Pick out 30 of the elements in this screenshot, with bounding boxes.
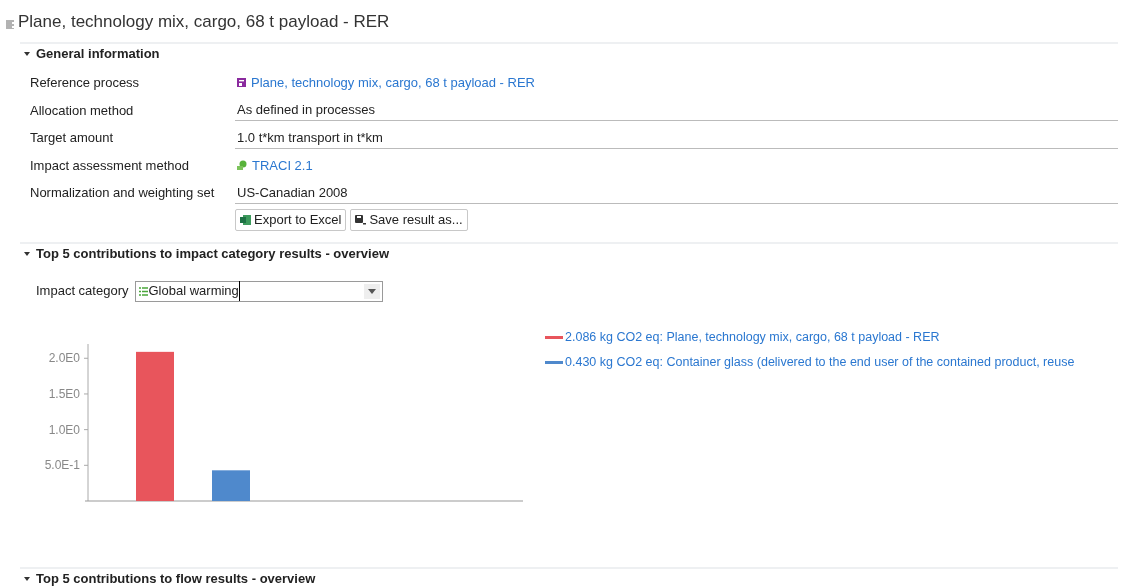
field-label: Allocation method xyxy=(30,101,135,120)
page-title: Plane, technology mix, cargo, 68 t payload - RER xyxy=(18,11,390,34)
collapse-caret-icon xyxy=(24,251,30,256)
process-icon xyxy=(237,78,246,88)
field-label: Reference process xyxy=(30,74,141,92)
section-header[interactable]: Top 5 contributions to flow results - overview xyxy=(20,566,1118,586)
section-header[interactable]: General information xyxy=(20,42,1118,64)
list-icon xyxy=(138,286,148,296)
axis-tick-label: 5.0E-1 xyxy=(44,457,80,472)
axis-tick-label: 1.0E0 xyxy=(48,422,80,437)
toolbar-button[interactable]: Export to Excel xyxy=(235,208,347,231)
link[interactable]: Plane, technology mix, cargo, 68 t payload - RER xyxy=(251,73,535,93)
collapse-caret-icon xyxy=(24,576,30,581)
field-label: Target amount xyxy=(30,129,115,147)
editor-icon xyxy=(6,20,14,29)
impact-category-dropdown[interactable]: Global warming xyxy=(134,280,383,302)
spreadsheet-icon xyxy=(240,214,251,225)
save-icon xyxy=(355,214,367,225)
field-label: Impact category xyxy=(36,282,129,301)
section-header[interactable]: Top 5 contributions to impact category results - overview xyxy=(20,241,1118,264)
dropdown-caret-icon xyxy=(367,288,376,294)
link[interactable]: TRACI 2.1 xyxy=(252,155,313,175)
field-label: Impact assessment method xyxy=(30,156,190,175)
axis-tick-label: 1.5E0 xyxy=(48,386,80,401)
legend-label[interactable]: 2.086 kg CO2 eq: Plane, technology mix, cargo, 68 t payload - RER xyxy=(565,327,940,347)
collapse-caret-icon xyxy=(24,52,30,56)
toolbar-button[interactable]: Save result as... xyxy=(350,208,468,231)
field-label: Normalization and weighting set xyxy=(30,184,216,202)
axis-tick-label: 2.0E0 xyxy=(48,350,80,365)
legend-label[interactable]: 0.430 kg CO2 eq: Container glass (delivered to the end user of the contained product, reuse xyxy=(565,352,1075,372)
